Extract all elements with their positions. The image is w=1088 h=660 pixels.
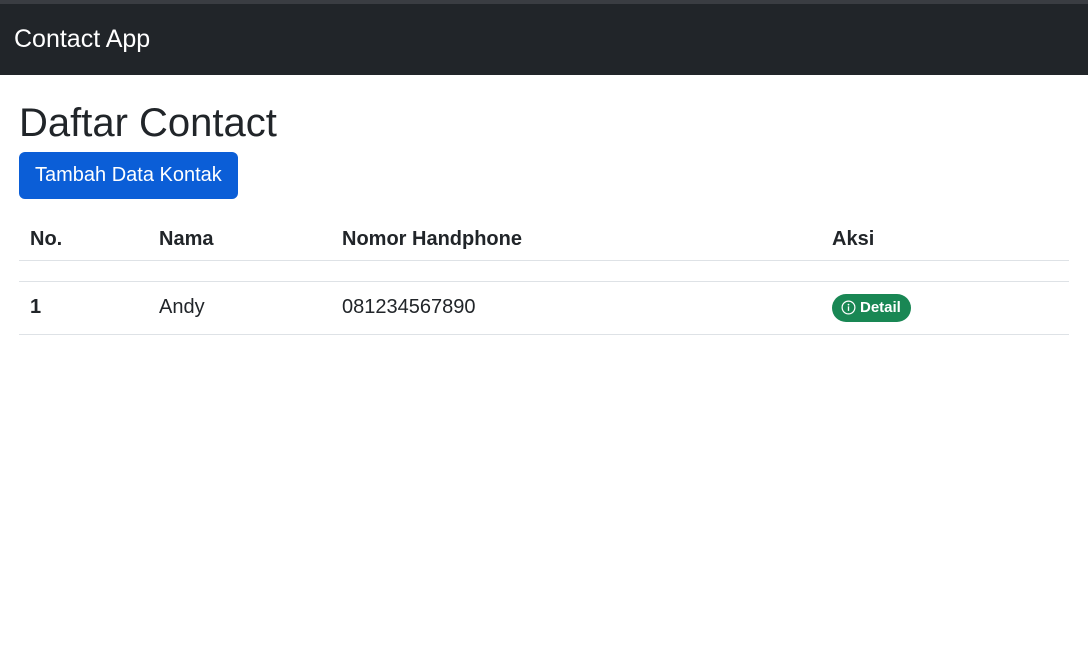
row-number: 1 xyxy=(19,281,148,335)
table-spacer-row xyxy=(19,260,1069,282)
page-title: Daftar Contact xyxy=(19,101,277,145)
contacts-table: No. Nama Nomor Handphone Aksi 1 Andy 081… xyxy=(19,219,1069,335)
detail-button[interactable]: Detail xyxy=(832,293,911,322)
row-aksi: Detail xyxy=(821,281,1069,335)
navbar-brand[interactable]: Contact App xyxy=(14,27,150,52)
info-circle-icon xyxy=(841,300,856,315)
detail-label: Detail xyxy=(860,299,901,316)
header-no: No. xyxy=(19,219,148,261)
navbar: Contact App xyxy=(0,4,1088,75)
main-container: Daftar Contact Tambah Data Kontak No. Na… xyxy=(0,99,1088,335)
header-nama: Nama xyxy=(148,219,331,261)
table-header-row: No. Nama Nomor Handphone Aksi xyxy=(19,219,1069,261)
add-contact-button[interactable]: Tambah Data Kontak xyxy=(19,152,238,199)
header-nomor-handphone: Nomor Handphone xyxy=(331,219,821,261)
row-nomor-handphone: 081234567890 xyxy=(331,281,821,335)
row-nama: Andy xyxy=(148,281,331,335)
table-row: 1 Andy 081234567890 Detail xyxy=(19,281,1069,335)
header-aksi: Aksi xyxy=(821,219,1069,261)
